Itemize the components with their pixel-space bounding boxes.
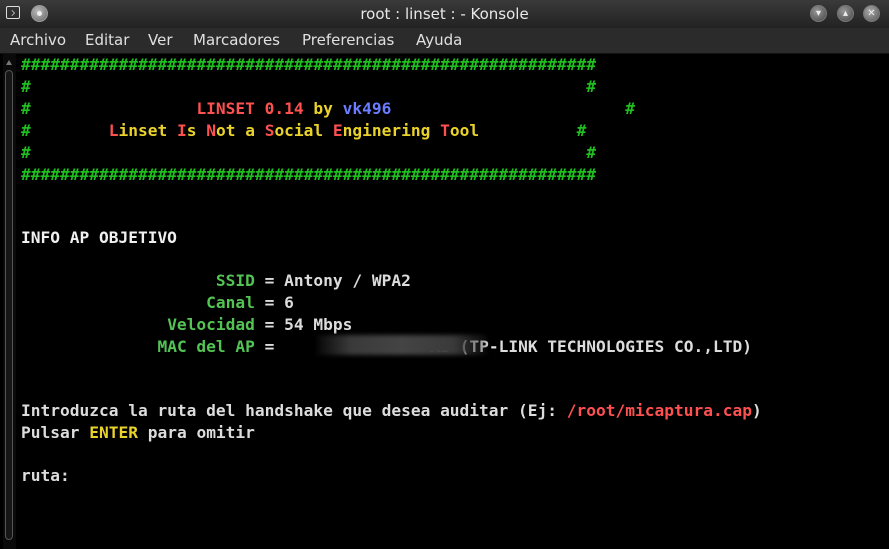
maximize-icon[interactable]: ▴	[837, 5, 854, 22]
menu-ayuda[interactable]: Ayuda	[416, 31, 462, 49]
banner-border-bottom: ########################################…	[21, 165, 596, 184]
banner-side-left: #	[21, 143, 31, 162]
banner-subtitle-segment: I	[176, 121, 187, 140]
banner-subtitle-segment: E	[332, 121, 343, 140]
banner-subtitle-segment: inset	[118, 121, 177, 140]
title-bar: root : linset : - Konsole ▾ ▴ ✕	[0, 0, 889, 28]
canal-label: Canal	[206, 293, 255, 312]
equals-sign: =	[264, 271, 275, 290]
scroll-up-icon[interactable]	[6, 60, 12, 65]
section-header: INFO AP OBJETIVO	[21, 228, 177, 247]
menu-preferencias[interactable]: Preferencias	[302, 31, 394, 49]
terminal-output[interactable]: ########################################…	[0, 54, 889, 549]
banner-border-top: ########################################…	[21, 55, 596, 74]
scroll-thumb[interactable]	[5, 70, 13, 540]
scrollbar[interactable]	[3, 54, 16, 549]
prompt-line-2: Pulsar ENTER para omitir	[21, 422, 255, 444]
prompt-close: )	[751, 401, 762, 420]
input-prompt[interactable]: ruta:	[21, 465, 70, 487]
banner-subtitle-segment: nginering	[342, 121, 441, 140]
equals-sign: =	[264, 337, 275, 356]
menu-archivo[interactable]: Archivo	[10, 31, 66, 49]
banner-subtitle: Linset Is Not a Social Enginering Tool	[109, 121, 479, 140]
banner-title-by: by	[313, 99, 333, 118]
banner-side-right: #	[576, 121, 587, 140]
banner-subtitle-segment: ool	[449, 121, 480, 140]
ssid-label: SSID	[215, 271, 255, 290]
banner-side-row: # #	[21, 142, 596, 164]
banner-side-left: #	[21, 77, 31, 96]
prompt-pulsar: Pulsar	[21, 423, 90, 442]
banner-subtitle-row: # Linset Is Not a Social Enginering Tool…	[21, 120, 586, 142]
banner-subtitle-segment: ot a	[215, 121, 265, 140]
velocidad-value: 54 Mbps	[284, 315, 353, 334]
banner-title-name: LINSET 0.14	[196, 99, 304, 118]
banner-side-right: #	[586, 77, 597, 96]
mac-label: MAC del AP	[157, 337, 255, 356]
window-title: root : linset : - Konsole	[360, 5, 529, 23]
banner-title-author: vk496	[342, 99, 392, 118]
banner-side-row: # #	[21, 76, 596, 98]
banner-subtitle-segment: L	[108, 121, 119, 140]
minimize-icon[interactable]: ▾	[810, 5, 827, 22]
banner-side-right: #	[625, 99, 636, 118]
equals-sign: =	[264, 293, 275, 312]
equals-sign: =	[264, 315, 275, 334]
banner-side-left: #	[21, 121, 31, 140]
info-ssid: SSID = Antony / WPA2	[21, 270, 411, 292]
menu-bar: Archivo Editar Ver Marcadores Preferenci…	[0, 28, 889, 54]
enter-key-label: ENTER	[89, 423, 138, 442]
example-path: /root/micaptura.cap	[566, 401, 752, 420]
canal-value: 6	[284, 293, 294, 312]
menu-editar[interactable]: Editar	[85, 31, 129, 49]
velocidad-label: Velocidad	[167, 315, 255, 334]
menu-marcadores[interactable]: Marcadores	[193, 31, 280, 49]
info-canal: Canal = 6	[21, 292, 294, 314]
banner-subtitle-segment: s	[186, 121, 207, 140]
prompt-omitir: para omitir	[137, 423, 255, 442]
menu-ver[interactable]: Ver	[148, 31, 173, 49]
banner-subtitle-segment: N	[206, 121, 216, 140]
prompt-line-1: Introduzca la ruta del handshake que des…	[21, 400, 762, 422]
prompt-text: Introduzca la ruta del handshake que des…	[21, 401, 567, 420]
banner-side-right: #	[586, 143, 597, 162]
ssid-value: Antony / WPA2	[284, 271, 411, 290]
banner-subtitle-segment: ocial	[274, 121, 333, 140]
banner-side-left: #	[21, 99, 31, 118]
banner-title-row: # LINSET 0.14 by vk496 #	[21, 98, 635, 120]
redacted-mac	[317, 335, 487, 355]
banner-subtitle-segment: S	[264, 121, 275, 140]
banner-subtitle-segment: T	[440, 121, 450, 140]
close-icon[interactable]: ✕	[863, 5, 880, 22]
info-velocidad: Velocidad = 54 Mbps	[21, 314, 352, 336]
